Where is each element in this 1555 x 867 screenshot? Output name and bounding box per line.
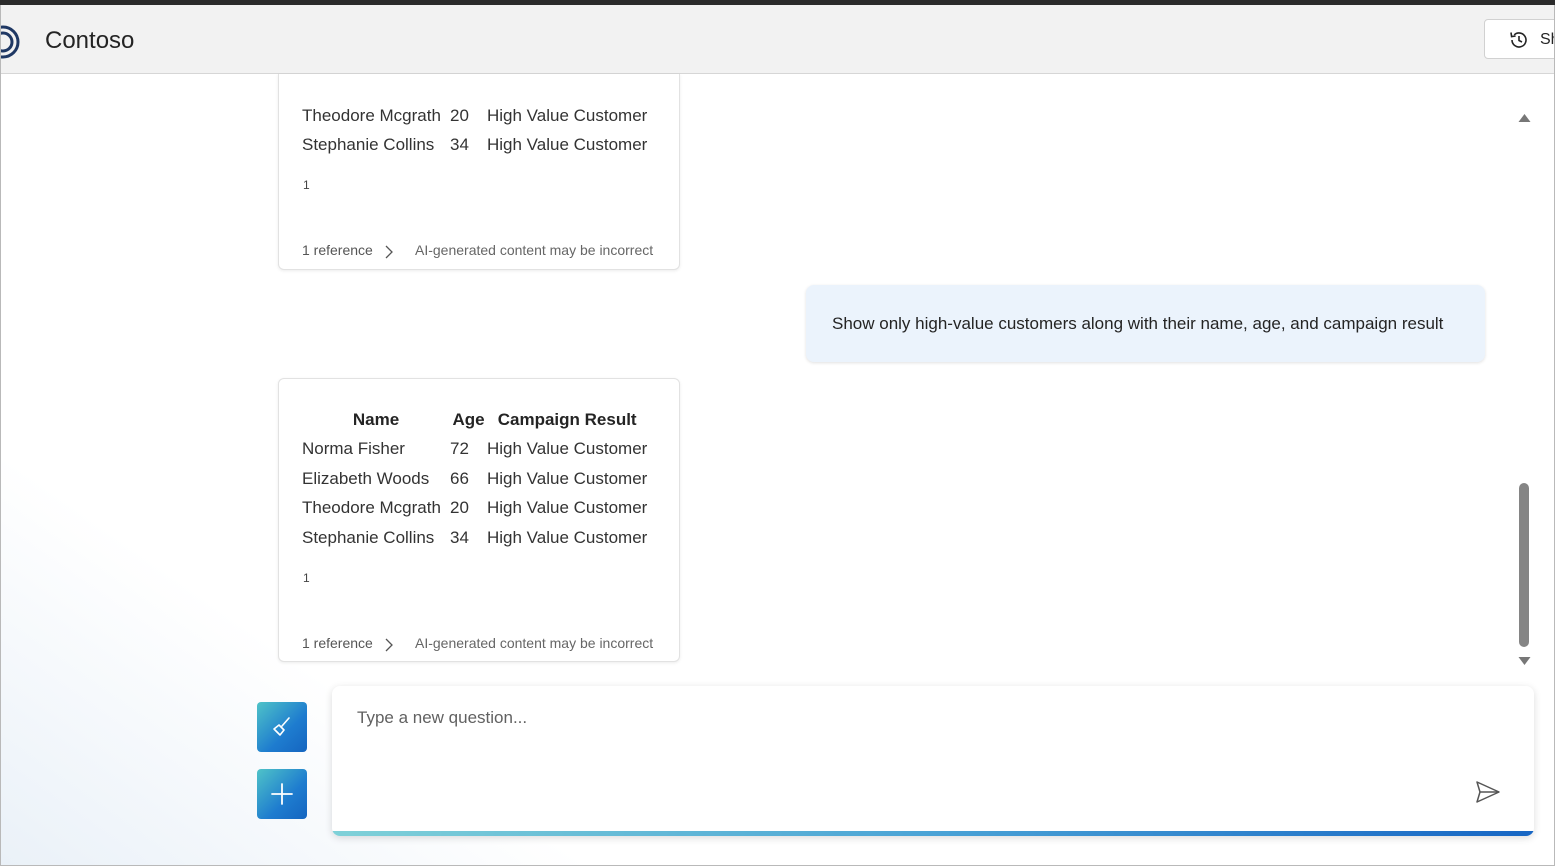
window-frame <box>0 5 1555 866</box>
